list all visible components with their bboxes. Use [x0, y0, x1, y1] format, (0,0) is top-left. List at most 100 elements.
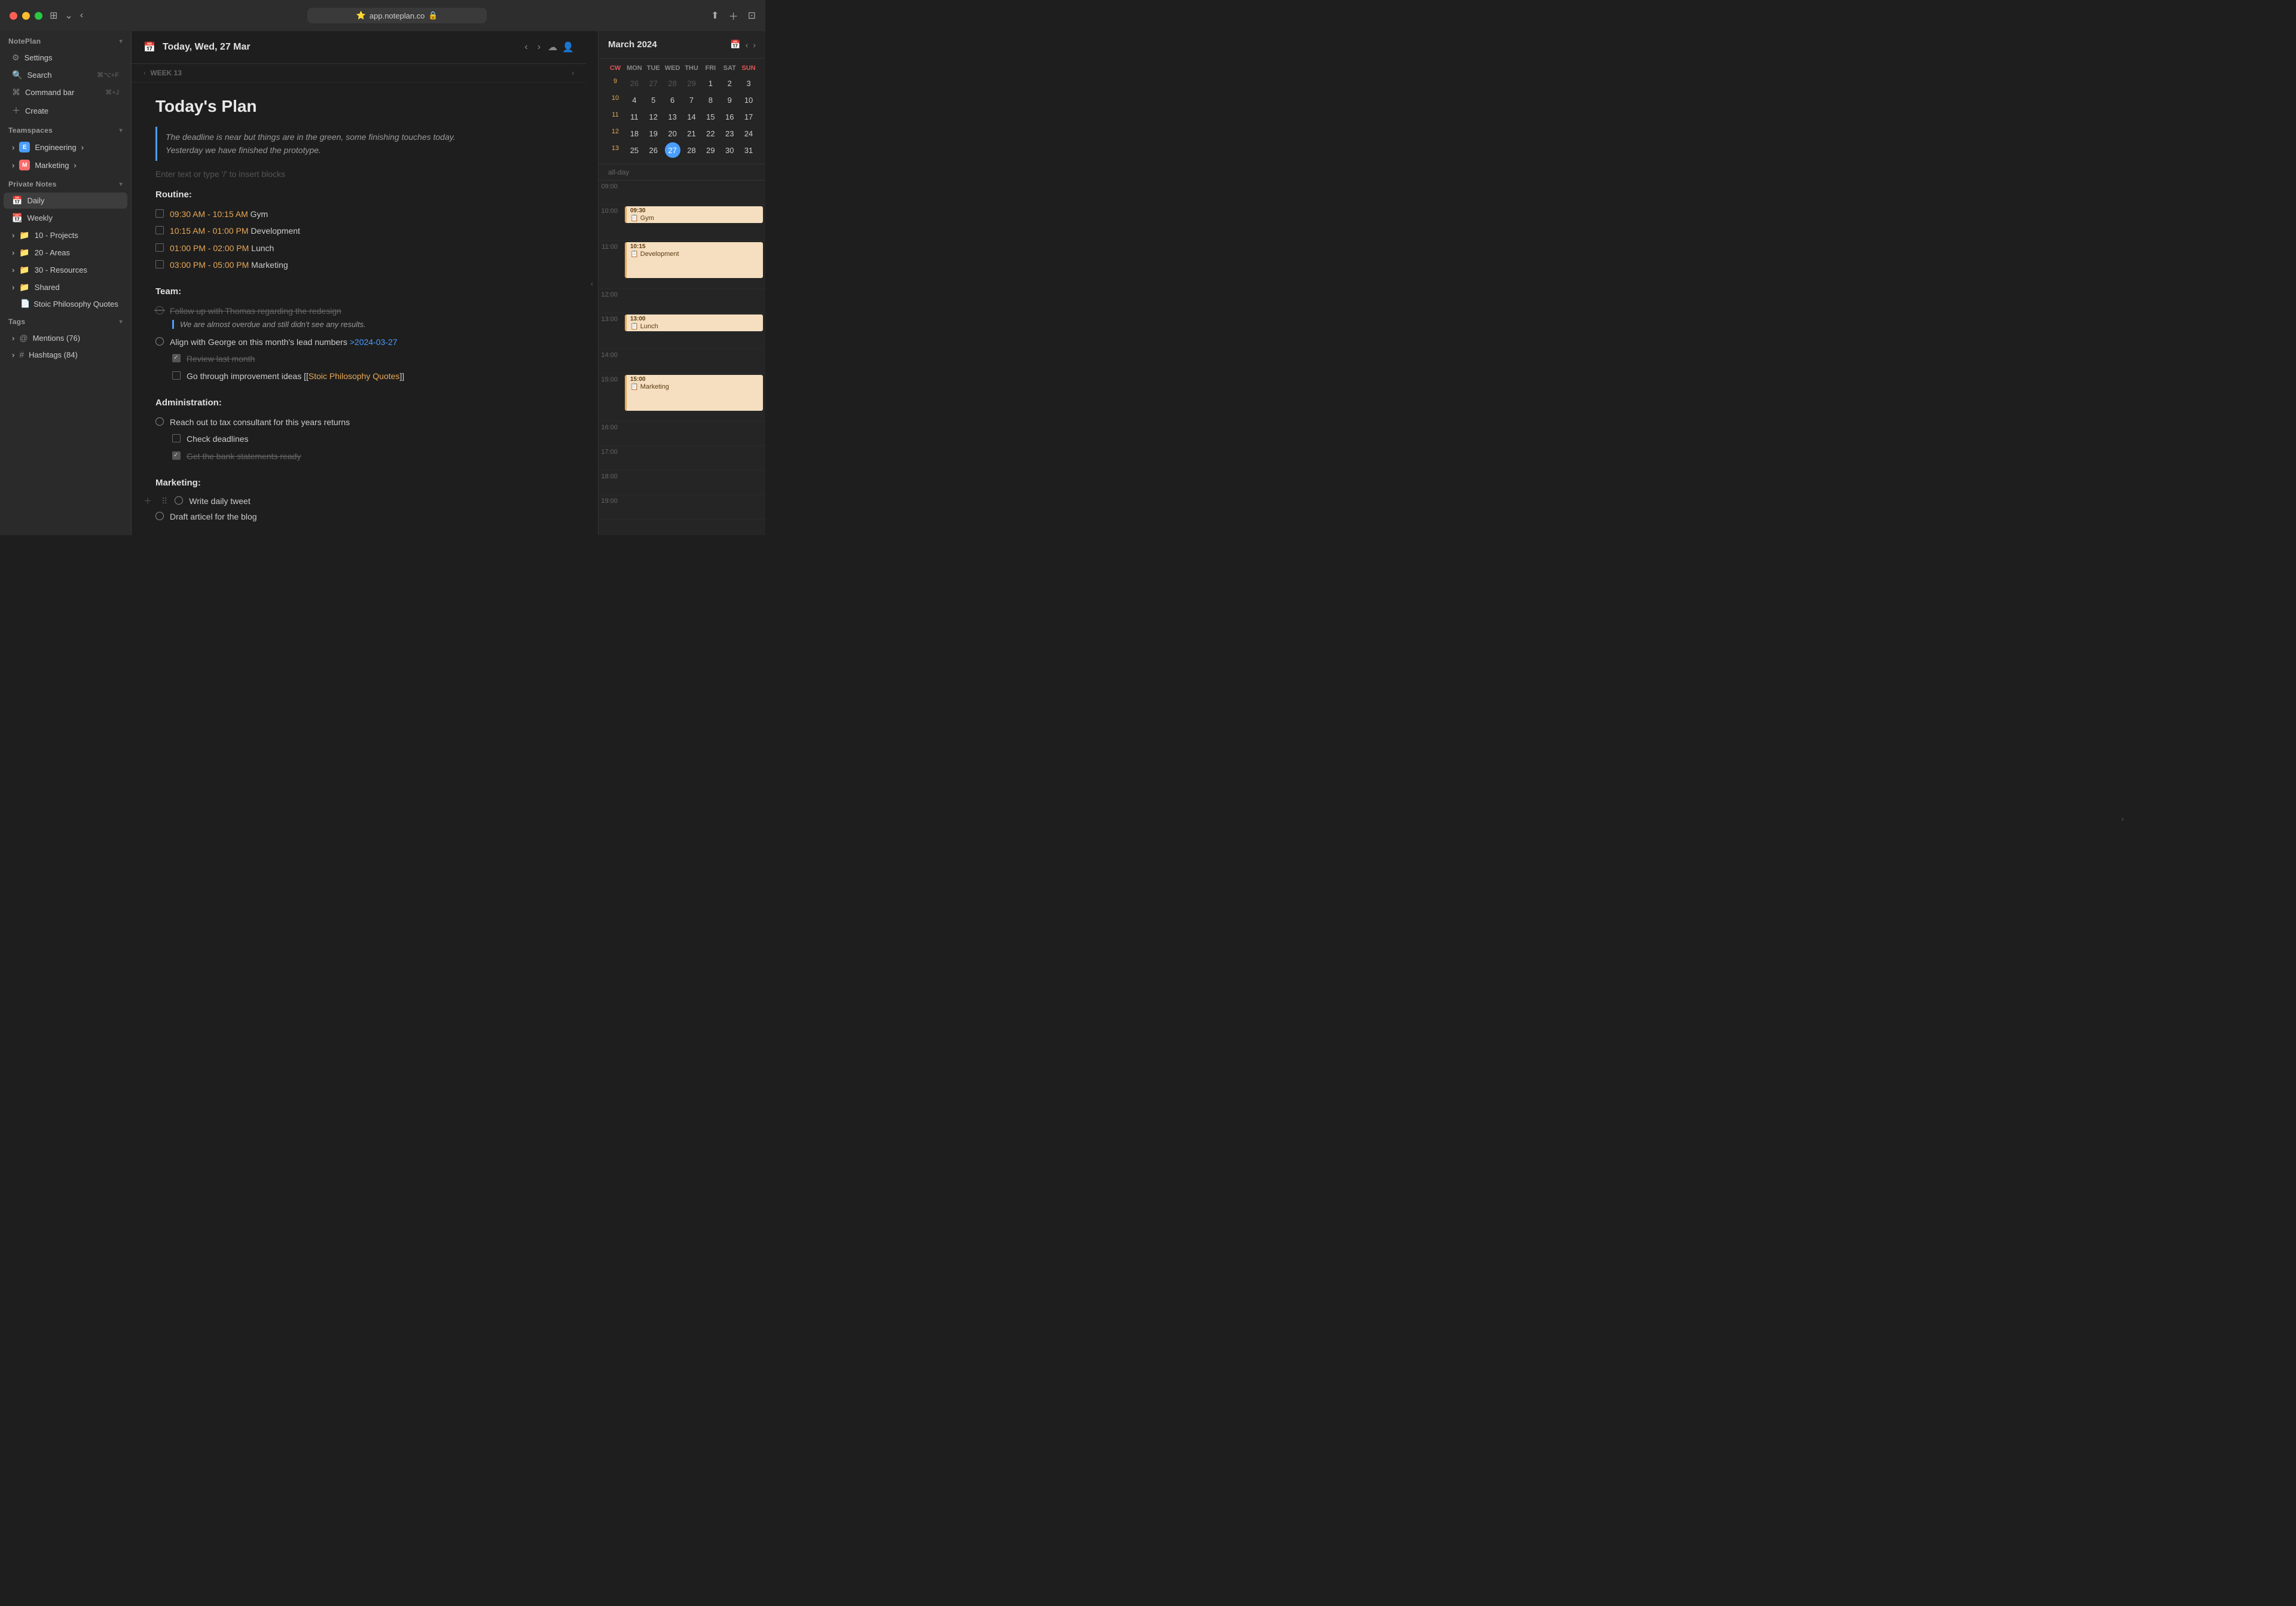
cal-day-28[interactable]: 28	[683, 142, 699, 158]
cal-day-23[interactable]: 23	[722, 126, 737, 141]
week-arrow-icon[interactable]: ›	[572, 69, 574, 77]
week-num-13[interactable]: 13	[606, 142, 625, 158]
cal-day-15[interactable]: 15	[703, 109, 718, 124]
editor-panel[interactable]: 📅 Today, Wed, 27 Mar ‹ › ☁ 👤 › WEEK 13 ›…	[132, 31, 586, 535]
cal-day-feb28[interactable]: 28	[665, 75, 680, 91]
sidebar-item-projects[interactable]: › 📁 10 - Projects	[4, 227, 127, 243]
cal-day-8[interactable]: 8	[703, 92, 718, 108]
event-gym[interactable]: 09:30 📋 Gym	[625, 206, 763, 223]
task-tax[interactable]: Reach out to tax consultant for this yea…	[155, 414, 562, 430]
task-circle-tweet[interactable]	[175, 496, 183, 505]
week-num-9[interactable]: 9	[606, 75, 625, 91]
task-checkbox-improvement[interactable]	[172, 371, 181, 380]
back-button[interactable]: ‹	[80, 10, 83, 21]
cal-day-20[interactable]: 20	[665, 126, 680, 141]
task-circle-george[interactable]	[155, 337, 164, 346]
task-checkbox-development[interactable]	[155, 226, 164, 234]
sidebar-item-weekly[interactable]: 📆 Weekly	[4, 210, 127, 226]
url-bar[interactable]: ⭐ app.noteplan.co 🔒	[307, 8, 487, 23]
task-development[interactable]: 10:15 AM - 01:00 PM Development	[155, 222, 562, 239]
tags-header[interactable]: Tags ▾	[0, 312, 131, 329]
task-tweet[interactable]: Write daily tweet	[175, 494, 250, 508]
task-marketing-routine[interactable]: 03:00 PM - 05:00 PM Marketing	[155, 257, 562, 273]
teamspaces-header[interactable]: Teamspaces ▾	[0, 120, 131, 138]
cal-day-14[interactable]: 14	[683, 109, 699, 124]
cal-day-19[interactable]: 19	[646, 126, 661, 141]
calendar-grid-view-button[interactable]: 📅	[730, 39, 740, 50]
prev-day-button[interactable]: ‹	[522, 39, 530, 55]
task-thomas[interactable]: Follow up with Thomas regarding the rede…	[155, 303, 562, 319]
cal-day-1[interactable]: 1	[703, 75, 718, 91]
tabs-button[interactable]: ⊡	[748, 10, 756, 22]
week-num-11[interactable]: 11	[606, 109, 625, 124]
drag-handle-icon[interactable]: ⠿	[159, 495, 170, 508]
calendar-prev-button[interactable]: ‹	[746, 40, 749, 50]
cal-day-feb26[interactable]: 26	[627, 75, 642, 91]
task-improvement[interactable]: Go through improvement ideas [[Stoic Phi…	[172, 368, 562, 384]
profile-button[interactable]: 👤	[562, 41, 574, 53]
cal-day-21[interactable]: 21	[683, 126, 699, 141]
collapse-panel-left[interactable]: ‹	[586, 31, 598, 535]
cal-day-31[interactable]: 31	[741, 142, 756, 158]
cal-day-3[interactable]: 3	[741, 75, 756, 91]
cal-day-16[interactable]: 16	[722, 109, 737, 124]
task-checkbox-review[interactable]	[172, 354, 181, 362]
sidebar-item-settings[interactable]: ⚙ Settings	[4, 50, 127, 66]
task-george[interactable]: Align with George on this month's lead n…	[155, 334, 562, 350]
cal-day-11[interactable]: 11	[627, 109, 642, 124]
sidebar-item-stoic[interactable]: 📄 Stoic Philosophy Quotes	[4, 297, 127, 311]
event-lunch[interactable]: 13:00 📋 Lunch	[625, 315, 763, 331]
task-lunch[interactable]: 01:00 PM - 02:00 PM Lunch	[155, 240, 562, 257]
task-gym[interactable]: 09:30 AM - 10:15 AM Gym	[155, 206, 562, 222]
cal-day-6[interactable]: 6	[665, 92, 680, 108]
sidebar-item-areas[interactable]: › 📁 20 - Areas	[4, 245, 127, 261]
task-circle-thomas[interactable]	[155, 306, 164, 315]
wiki-link[interactable]: Stoic Philosophy Quotes	[309, 371, 400, 381]
cal-day-12[interactable]: 12	[646, 109, 661, 124]
cal-day-13[interactable]: 13	[665, 109, 680, 124]
cal-day-5[interactable]: 5	[646, 92, 661, 108]
sidebar-item-mentions[interactable]: › @ Mentions (76)	[4, 330, 127, 346]
cal-day-4[interactable]: 4	[627, 92, 642, 108]
task-checkbox-gym[interactable]	[155, 209, 164, 218]
sidebar-item-engineering[interactable]: › E Engineering ›	[4, 139, 127, 155]
cal-day-10[interactable]: 10	[741, 92, 756, 108]
event-marketing[interactable]: 15:00 📋 Marketing	[625, 375, 763, 411]
task-checkbox-bank[interactable]	[172, 451, 181, 460]
task-review[interactable]: Review last month	[172, 350, 562, 367]
sidebar-item-shared[interactable]: › 📁 Shared	[4, 279, 127, 295]
editor-placeholder[interactable]: Enter text or type '/' to insert blocks	[155, 169, 562, 179]
task-bank[interactable]: Get the bank statements ready	[172, 448, 562, 465]
next-day-button[interactable]: ›	[535, 39, 543, 55]
week-num-10[interactable]: 10	[606, 92, 625, 108]
cal-day-24[interactable]: 24	[741, 126, 756, 141]
app-name-header[interactable]: NotePlan ▾	[0, 31, 131, 49]
sidebar-item-daily[interactable]: 📅 Daily	[4, 193, 127, 209]
add-tab-button[interactable]: ＋	[729, 8, 738, 23]
cal-day-30[interactable]: 30	[722, 142, 737, 158]
cal-day-29[interactable]: 29	[703, 142, 718, 158]
cal-day-2[interactable]: 2	[722, 75, 737, 91]
event-development[interactable]: 10:15 📋 Development	[625, 242, 763, 278]
task-circle-blog[interactable]	[155, 512, 164, 520]
cal-day-17[interactable]: 17	[741, 109, 756, 124]
cal-day-26[interactable]: 26	[646, 142, 661, 158]
cal-day-27-today[interactable]: 27	[665, 142, 680, 158]
calendar-timeline[interactable]: 09:00 10:00 09:30 📋 Gym 11:00	[599, 181, 765, 535]
private-notes-header[interactable]: Private Notes ▾	[0, 174, 131, 192]
minimize-button[interactable]	[22, 12, 30, 20]
sidebar-item-marketing[interactable]: › M Marketing ›	[4, 157, 127, 173]
task-blog[interactable]: Draft articel for the blog	[155, 508, 562, 525]
sidebar-item-hashtags[interactable]: › # Hashtags (84)	[4, 347, 127, 362]
sidebar-item-search[interactable]: 🔍 Search ⌘⌥+F	[4, 67, 127, 83]
cal-day-7[interactable]: 7	[683, 92, 699, 108]
cal-day-22[interactable]: 22	[703, 126, 718, 141]
cal-day-feb29[interactable]: 29	[683, 75, 699, 91]
close-button[interactable]	[10, 12, 17, 20]
sidebar-item-resources[interactable]: › 📁 30 - Resources	[4, 262, 127, 278]
layout-button[interactable]: ⌄	[65, 10, 72, 22]
task-circle-tax[interactable]	[155, 417, 164, 426]
sidebar-item-command-bar[interactable]: ⌘ Command bar ⌘+J	[4, 84, 127, 100]
cal-day-9[interactable]: 9	[722, 92, 737, 108]
cal-day-25[interactable]: 25	[627, 142, 642, 158]
